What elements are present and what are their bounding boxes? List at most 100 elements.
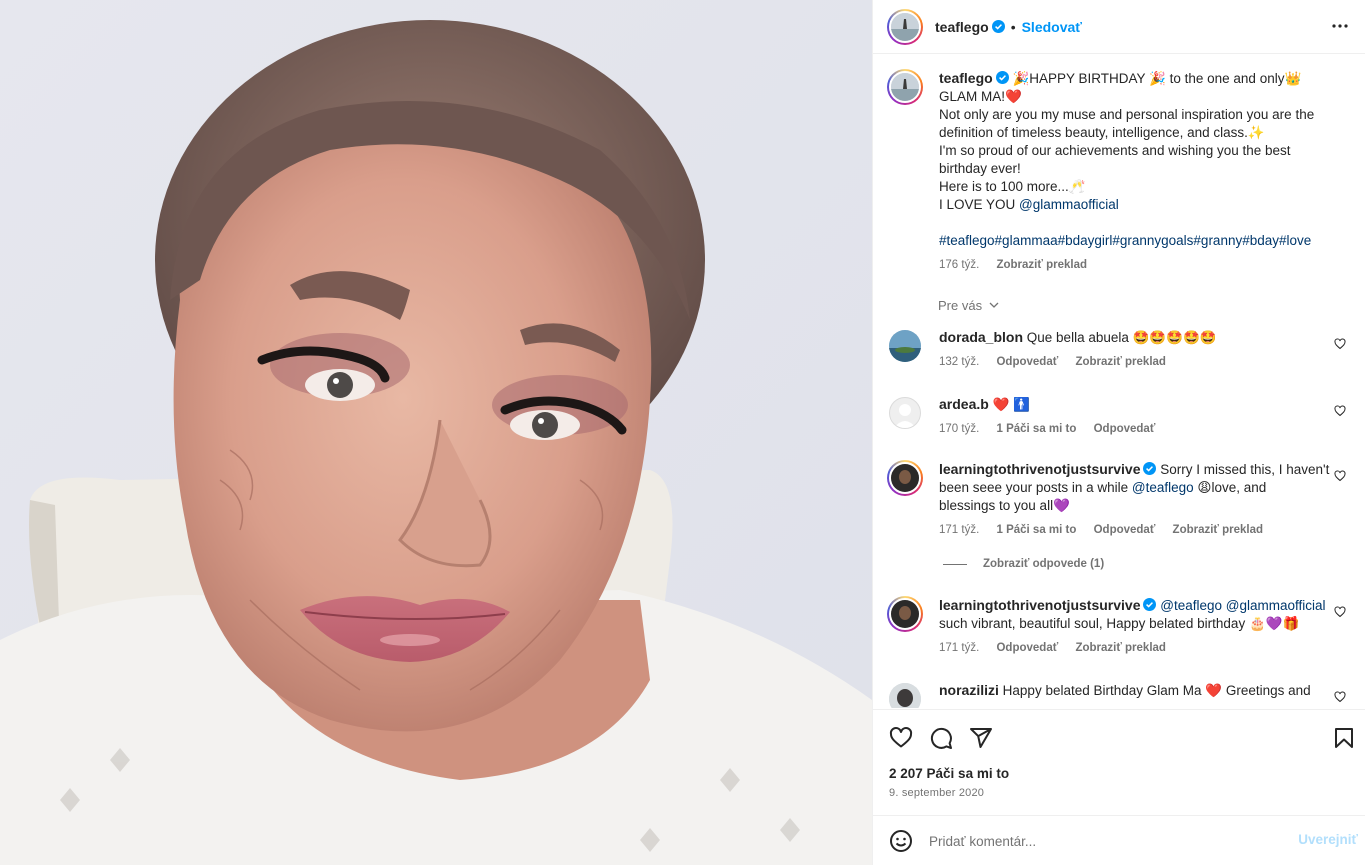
avatar-image [891,464,919,492]
comment-avatar[interactable] [887,596,923,632]
reply-button[interactable]: Odpovedať [996,356,1058,368]
post-side-panel: teaflego • Sledovať teaflego 🎉HAPPY BIRT… [872,0,1365,865]
author-username[interactable]: teaflego [935,19,989,35]
comment-time[interactable]: 170 týž. [939,423,979,435]
caption: teaflego 🎉HAPPY BIRTHDAY 🎉 to the one an… [887,69,1352,299]
for-you-toggle[interactable]: Pre vás [938,298,1000,313]
caption-mention[interactable]: @glammaofficial [1019,197,1119,212]
caption-time[interactable]: 176 týž. [939,259,979,271]
comment-text: Sorry I missed this, I haven't [1160,462,1330,477]
translate-button[interactable]: Zobraziť preklad [1075,356,1166,368]
more-icon[interactable] [1328,14,1352,38]
caption-username[interactable]: teaflego [939,70,993,86]
avatar-image [889,330,921,362]
translate-button[interactable]: Zobraziť preklad [1075,642,1166,654]
comment-username[interactable]: dorada_blon [939,329,1023,345]
verified-icon [1143,598,1157,611]
bookmark-icon[interactable] [1332,726,1356,750]
comment-item: learningtothrivenotjustsurvive Sorry I m… [887,460,1352,550]
comment-body: learningtothrivenotjustsurvive Sorry I m… [939,460,1339,539]
avatar-image [891,73,919,101]
comment-username[interactable]: norazilizi [939,682,999,698]
comment-text: such vibrant, beautiful soul, Happy bela… [939,616,1300,631]
view-replies-button[interactable]: Zobraziť odpovede (1) [943,558,1104,570]
comment-avatar[interactable] [887,460,923,496]
comment-text: blessings to you all💜 [939,498,1070,513]
comment-body: ardea.b ❤️ 🚹 170 týž. 1 Páči sa mi to Od… [939,395,1339,438]
comment-body: dorada_blon Que bella abuela 🤩🤩🤩🤩🤩 132 t… [939,328,1339,371]
emoji-icon[interactable] [889,829,913,853]
verified-icon [1143,462,1157,475]
author-avatar[interactable] [887,8,923,45]
caption-hashtags[interactable]: #teaflego#glammaa#bdaygirl#grannygoals#g… [939,232,1339,250]
follow-button[interactable]: Sledovať [1022,19,1082,35]
chevron-down-icon [989,302,999,308]
comment-time[interactable]: 171 týž. [939,524,979,536]
translate-button[interactable]: Zobraziť preklad [1173,524,1264,536]
comment-username[interactable]: ardea.b [939,396,989,412]
comment-avatar[interactable] [887,328,923,364]
caption-translate-button[interactable]: Zobraziť preklad [996,259,1087,271]
post-header: teaflego • Sledovať [873,0,1365,54]
comment-text: ❤️ 🚹 [992,397,1030,412]
caption-line: I LOVE YOU [939,197,1020,212]
add-comment-bar: Uverejniť [873,815,1365,865]
post-date[interactable]: 9. september 2020 [889,787,984,799]
avatar-image [891,600,919,628]
comment-mention[interactable]: @teaflego @glammaofficial [1160,598,1325,613]
comment-text: Happy belated Birthday Glam Ma ❤️ Greeti… [1002,683,1311,698]
comment-input[interactable] [929,830,1269,852]
share-icon[interactable] [969,726,993,750]
comment-icon[interactable] [929,726,953,750]
comment-item: learningtothrivenotjustsurvive @teaflego… [887,596,1352,666]
avatar-image [894,404,916,428]
comment-body: norazilizi Happy belated Birthday Glam M… [939,681,1339,700]
post-photo[interactable] [0,0,872,865]
heart-icon[interactable] [1334,606,1346,618]
separator-dot: • [1010,18,1016,35]
heart-icon[interactable] [1334,691,1346,703]
post-comment-button[interactable]: Uverejniť [1298,832,1358,847]
comment-item: ardea.b ❤️ 🚹 170 týž. 1 Páči sa mi to Od… [887,395,1352,445]
comment-text: Que bella abuela 🤩🤩🤩🤩🤩 [1026,330,1217,345]
comment-time[interactable]: 171 týž. [939,642,979,654]
comment-mention[interactable]: @teaflego [1132,480,1194,495]
reply-button[interactable]: Odpovedať [1094,423,1156,435]
caption-line: birthday ever! [939,161,1021,176]
comment-time[interactable]: 132 týž. [939,356,979,368]
photo-portrait [0,0,872,865]
post-actions: 2 207 Páči sa mi to 9. september 2020 [873,709,1365,815]
caption-line: I'm so proud of our achievements and wis… [939,143,1291,158]
caption-line: definition of timeless beauty, intellige… [939,125,1265,140]
comments-list[interactable]: teaflego 🎉HAPPY BIRTHDAY 🎉 to the one an… [873,55,1365,708]
comment-username[interactable]: learningtothrivenotjustsurvive [939,597,1140,613]
comment-item: dorada_blon Que bella abuela 🤩🤩🤩🤩🤩 132 t… [887,328,1352,378]
comment-text: been seee your posts in a while [939,480,1132,495]
comment-avatar[interactable] [887,395,923,431]
likes-count[interactable]: 1 Páči sa mi to [996,423,1076,435]
caption-body: teaflego 🎉HAPPY BIRTHDAY 🎉 to the one an… [939,69,1339,274]
comment-item: norazilizi Happy belated Birthday Glam M… [887,681,1352,708]
comment-username[interactable]: learningtothrivenotjustsurvive [939,461,1140,477]
avatar-image [889,683,921,708]
reply-button[interactable]: Odpovedať [1094,524,1156,536]
caption-avatar[interactable] [887,69,923,105]
caption-line: Here is to 100 more...🥂 [939,179,1086,194]
view-replies-label: Zobraziť odpovede (1) [983,558,1105,570]
caption-line: GLAM MA!❤️ [939,89,1022,104]
post-dialog: teaflego • Sledovať teaflego 🎉HAPPY BIRT… [0,0,1365,865]
verified-icon [991,20,1005,33]
heart-icon[interactable] [1334,405,1346,417]
heart-icon[interactable] [1334,470,1346,482]
reply-button[interactable]: Odpovedať [996,642,1058,654]
comment-avatar[interactable] [887,681,923,708]
verified-icon [995,71,1009,84]
caption-line: Not only are you my muse and personal in… [939,107,1315,122]
divider [943,563,967,565]
likes-count[interactable]: 1 Páči sa mi to [996,524,1076,536]
for-you-label: Pre vás [938,298,983,313]
heart-icon[interactable] [1334,338,1346,350]
heart-icon[interactable] [889,726,913,750]
caption-line: 🎉HAPPY BIRTHDAY 🎉 to the one and only👑 [1012,71,1302,86]
likes-total[interactable]: 2 207 Páči sa mi to [889,766,1009,781]
